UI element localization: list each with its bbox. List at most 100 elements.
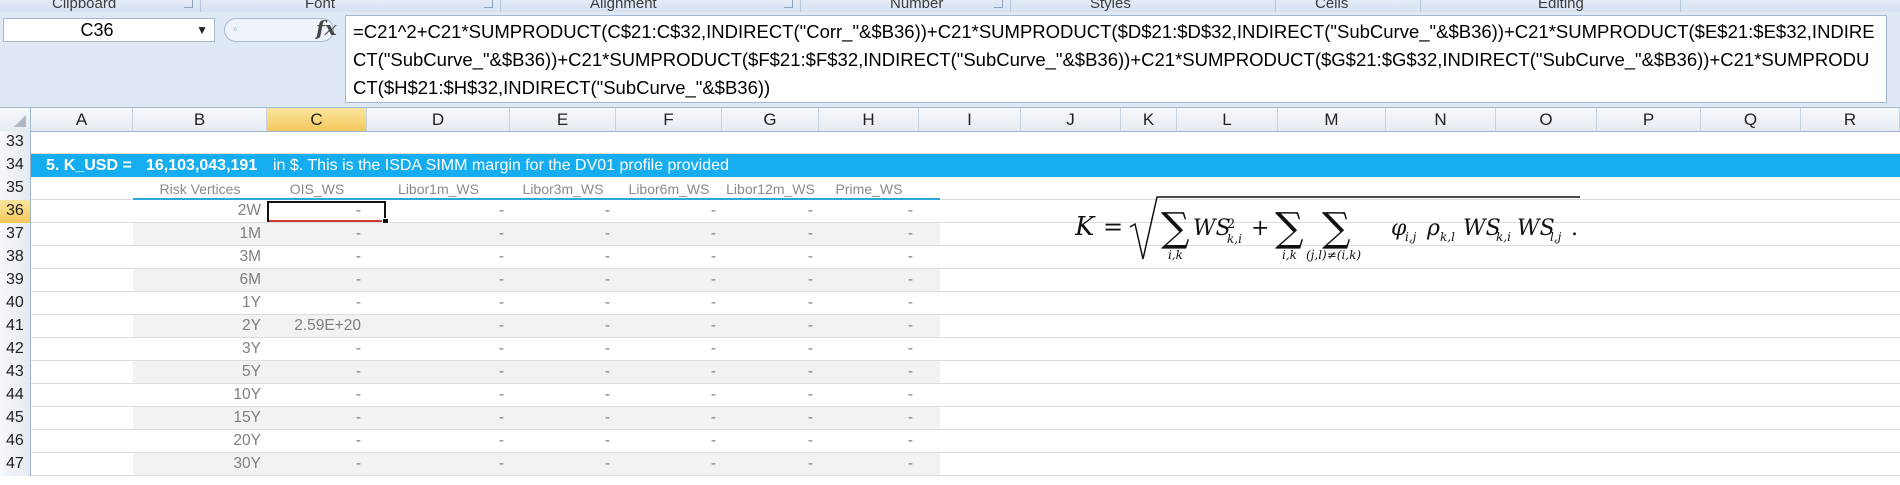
risk-vertex-cell[interactable]: 2Y [133,315,261,337]
ws-value-cell[interactable]: - [367,246,504,268]
sheet-row-36[interactable]: 36 2W - - - - - - [0,200,1900,225]
column-header-e[interactable]: E [510,108,616,131]
insert-function-icon[interactable]: fx [316,16,337,40]
sheet-row-46[interactable]: 46 20Y - - - - - - [0,430,1900,453]
dialog-launcher-icon[interactable] [184,0,193,8]
column-header-p[interactable]: P [1597,108,1701,131]
dialog-launcher-icon[interactable] [484,0,493,8]
table-header-libor6m-ws[interactable]: Libor6m_WS [616,177,722,198]
ws-value-cell[interactable]: - [267,223,361,245]
column-header-g[interactable]: G [722,108,819,131]
ws-value-cell[interactable]: - [267,384,361,406]
row-header-44[interactable]: 44 [0,384,31,407]
ws-value-cell[interactable]: - [819,407,913,429]
column-header-a[interactable]: A [31,108,133,131]
ws-value-cell[interactable]: - [819,292,913,314]
ws-value-cell[interactable]: - [722,200,813,222]
column-header-l[interactable]: L [1177,108,1278,131]
ws-value-cell[interactable]: - [367,430,504,452]
risk-vertex-cell[interactable]: 3Y [133,338,261,360]
select-all-button[interactable] [0,108,31,131]
ws-value-cell[interactable]: - [722,453,813,475]
ws-value-cell[interactable]: - [819,315,913,337]
ws-value-cell[interactable]: - [267,338,361,360]
ws-value-cell[interactable]: - [616,200,716,222]
ws-value-cell[interactable]: - [819,269,913,291]
table-header-risk-vertices[interactable]: Risk Vertices [133,177,267,198]
ws-value-cell[interactable]: - [367,315,504,337]
ws-value-cell[interactable]: - [722,269,813,291]
ws-value-cell[interactable]: - [722,430,813,452]
ws-value-cell[interactable]: - [510,407,610,429]
ws-value-cell[interactable]: - [510,200,610,222]
ws-value-cell[interactable]: - [510,338,610,360]
ws-value-cell[interactable]: - [616,407,716,429]
ws-value-cell[interactable]: - [722,315,813,337]
table-header-ois-ws[interactable]: OIS_WS [267,177,367,198]
ws-value-cell[interactable]: - [367,223,504,245]
row-header-40[interactable]: 40 [0,292,31,315]
sheet-row-41[interactable]: 41 2Y 2.59E+20- - - - - [0,315,1900,338]
ws-value-cell[interactable]: - [367,384,504,406]
column-header-c[interactable]: C [267,108,367,131]
table-header-libor12m-ws[interactable]: Libor12m_WS [722,177,819,198]
k-usd-value[interactable]: 16,103,043,191 [146,154,257,177]
ws-value-cell[interactable]: - [616,269,716,291]
ws-value-cell[interactable]: - [510,315,610,337]
ws-value-cell[interactable]: - [722,384,813,406]
column-header-n[interactable]: N [1386,108,1496,131]
ws-value-cell[interactable]: - [819,246,913,268]
ws-value-cell[interactable]: - [616,361,716,383]
ws-value-cell[interactable]: - [616,246,716,268]
row-header-33[interactable]: 33 [0,131,31,154]
row-header-45[interactable]: 45 [0,407,31,430]
ws-value-cell[interactable]: - [510,453,610,475]
k-usd-label[interactable]: 5. K_USD = [46,154,132,177]
ws-value-cell[interactable]: - [510,269,610,291]
row-header-41[interactable]: 41 [0,315,31,338]
ws-value-cell[interactable]: - [267,292,361,314]
ws-value-cell[interactable]: - [510,384,610,406]
column-header-d[interactable]: D [367,108,510,131]
ws-value-cell[interactable]: - [367,292,504,314]
ws-value-cell[interactable]: - [616,384,716,406]
row-header-36[interactable]: 36 [0,200,31,223]
ws-value-cell[interactable]: - [510,361,610,383]
risk-vertex-cell[interactable]: 15Y [133,407,261,429]
name-box[interactable]: C36 ▼ [3,18,215,42]
column-header-b[interactable]: B [133,108,267,131]
ws-value-cell[interactable]: - [616,292,716,314]
column-header-k[interactable]: K [1121,108,1177,131]
ws-value-cell[interactable]: - [510,430,610,452]
ws-value-cell[interactable]: - [722,361,813,383]
risk-vertex-cell[interactable]: 5Y [133,361,261,383]
row-header-42[interactable]: 42 [0,338,31,361]
ws-value-cell[interactable]: - [819,200,913,222]
ws-value-cell[interactable]: - [722,292,813,314]
risk-vertex-cell[interactable]: 3M [133,246,261,268]
dialog-launcher-icon[interactable] [994,0,1003,8]
row-header-38[interactable]: 38 [0,246,31,269]
column-header-q[interactable]: Q [1701,108,1801,131]
ws-value-cell[interactable]: 2.59E+20 [267,315,361,337]
ws-value-cell[interactable]: - [510,292,610,314]
sheet-row-40[interactable]: 40 1Y - - - - - - [0,292,1900,315]
sheet-row-44[interactable]: 44 10Y - - - - - - [0,384,1900,407]
risk-vertex-cell[interactable]: 1M [133,223,261,245]
sheet-row-45[interactable]: 45 15Y - - - - - - [0,407,1900,430]
ws-value-cell[interactable]: - [267,430,361,452]
ws-value-cell[interactable]: - [819,430,913,452]
risk-vertex-cell[interactable]: 2W [133,200,261,222]
k-usd-note[interactable]: in $. This is the ISDA SIMM margin for t… [273,154,729,177]
row-header-37[interactable]: 37 [0,223,31,246]
ws-value-cell[interactable]: - [819,338,913,360]
table-header-libor1m-ws[interactable]: Libor1m_WS [367,177,510,198]
formula-input[interactable]: =C21^2+C21*SUMPRODUCT(C$21:C$32,INDIRECT… [345,15,1887,103]
row-header-39[interactable]: 39 [0,269,31,292]
risk-vertex-cell[interactable]: 1Y [133,292,261,314]
sheet-row-43[interactable]: 43 5Y - - - - - - [0,361,1900,384]
ws-value-cell[interactable]: - [722,223,813,245]
active-cell-border[interactable] [267,201,386,222]
chevron-down-icon[interactable]: ▼ [196,23,208,37]
sheet-row-33[interactable]: 33 [0,131,1900,154]
